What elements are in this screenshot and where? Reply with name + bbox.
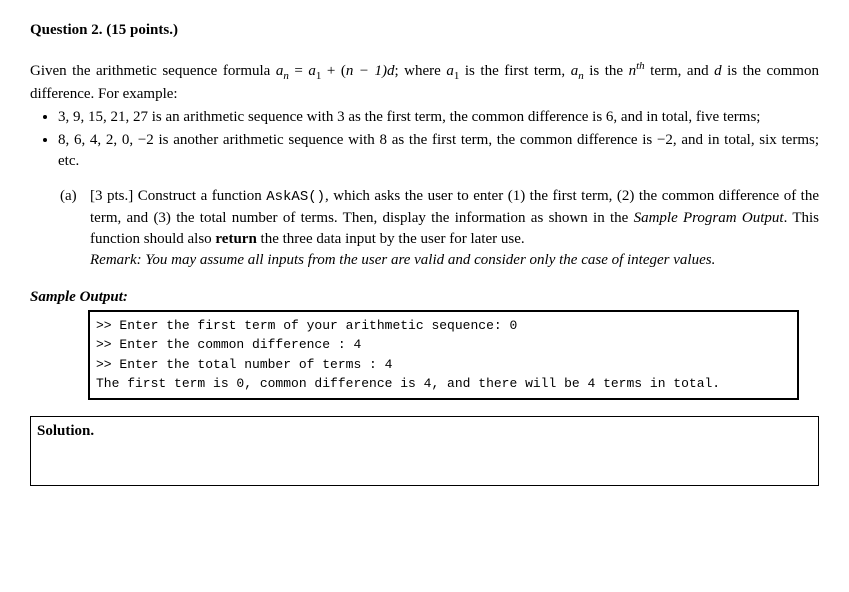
- intro-post: term, and: [645, 63, 714, 79]
- part-a: (a) [3 pts.] Construct a function AskAS(…: [60, 186, 819, 271]
- formula-a1-a: a: [308, 63, 316, 79]
- code-line: >> Enter the common difference : 4: [96, 337, 361, 352]
- intro-andesc: is the: [584, 63, 629, 79]
- return-word: return: [215, 231, 256, 247]
- part-a-text4: the three data input by the user for lat…: [257, 231, 525, 247]
- sample-output-title: Sample Output:: [30, 287, 819, 308]
- formula-minus1d: − 1)d: [353, 63, 394, 79]
- part-a-label: (a): [60, 186, 90, 271]
- part-a-content: [3 pts.] Construct a function AskAS(), w…: [90, 186, 819, 271]
- list-item: 8, 6, 4, 2, 0, −2 is another arithmetic …: [58, 130, 819, 172]
- code-line: >> Enter the total number of terms : 4: [96, 357, 392, 372]
- example-list: 3, 9, 15, 21, 27 is an arithmetic sequen…: [30, 107, 819, 172]
- nth-n: n: [629, 63, 637, 79]
- a1-ref-a: a: [446, 63, 454, 79]
- askas-fn: AskAS(): [266, 189, 325, 205]
- solution-label: Solution.: [37, 423, 94, 439]
- part-a-remark: Remark: You may assume all inputs from t…: [90, 250, 819, 271]
- sample-ref: Sample Program Output: [634, 210, 784, 226]
- d-var: d: [714, 63, 722, 79]
- formula-plus: + (: [321, 63, 346, 79]
- question-number: Question 2.: [30, 22, 103, 38]
- question-points: (15 points.): [106, 22, 178, 38]
- intro-paragraph: Given the arithmetic sequence formula a n…: [30, 59, 819, 105]
- code-line: The first term is 0, common difference i…: [96, 376, 720, 391]
- sample-output-box: >> Enter the first term of your arithmet…: [88, 310, 799, 400]
- list-item: 3, 9, 15, 21, 27 is an arithmetic sequen…: [58, 107, 819, 128]
- question-title: Question 2. (15 points.): [30, 20, 819, 41]
- part-a-text1: Construct a function: [133, 188, 266, 204]
- intro-a1desc: is the first term,: [459, 63, 570, 79]
- formula-eq: =: [289, 63, 309, 79]
- intro-where: ; where: [395, 63, 447, 79]
- code-line: >> Enter the first term of your arithmet…: [96, 318, 517, 333]
- solution-box: Solution.: [30, 416, 819, 486]
- part-a-pts: [3 pts.]: [90, 188, 133, 204]
- intro-pre: Given the arithmetic sequence formula: [30, 63, 276, 79]
- nth-th: th: [636, 60, 645, 72]
